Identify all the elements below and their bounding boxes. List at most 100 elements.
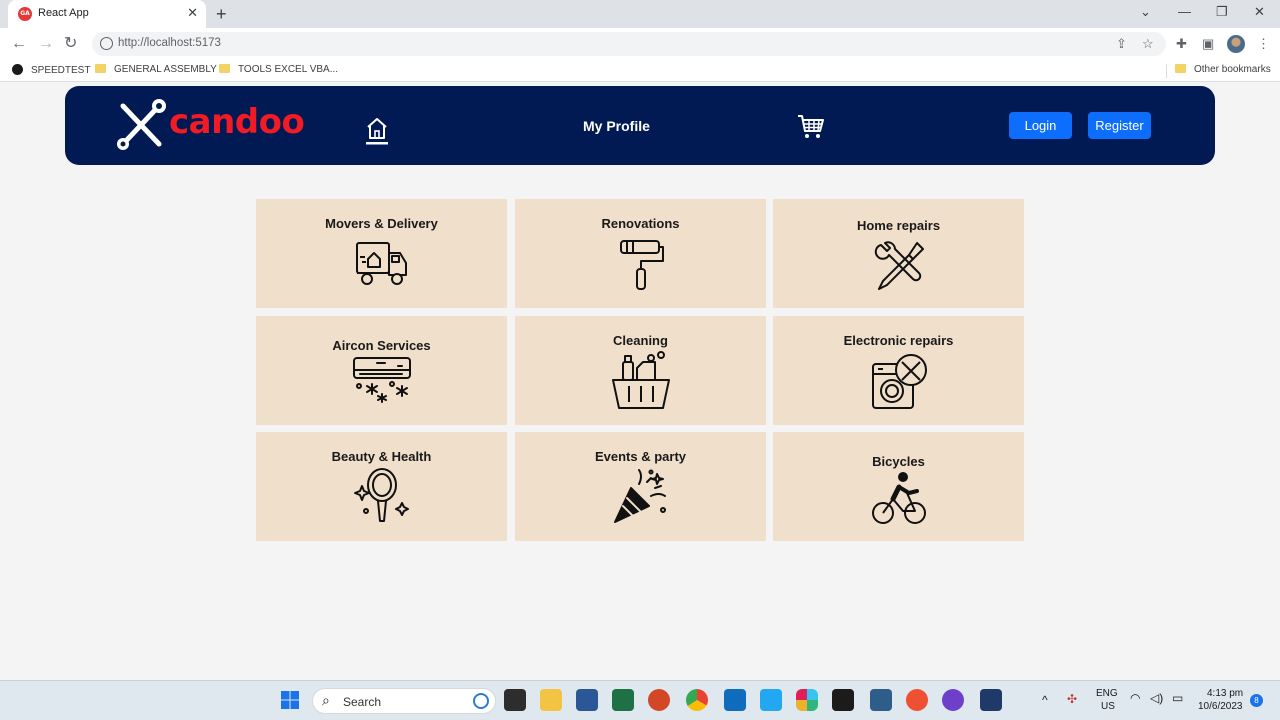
login-button[interactable]: Login (1009, 112, 1072, 139)
navbar: candoo My Profile Login Register (65, 86, 1215, 165)
language-label[interactable]: ENG (1096, 688, 1118, 699)
service-card-aircon[interactable]: Aircon Services (256, 316, 507, 425)
speedtest-icon (12, 64, 23, 75)
powerpoint-icon[interactable] (648, 689, 670, 711)
cleaning-basket-icon (611, 351, 670, 409)
notification-badge[interactable]: 8 (1250, 694, 1263, 707)
clock-date[interactable]: 10/6/2023 (1198, 701, 1243, 712)
task-view-icon[interactable] (504, 689, 526, 711)
share-icon[interactable]: ⇪ (1116, 35, 1127, 53)
register-button[interactable]: Register (1088, 112, 1151, 139)
service-title: Home repairs (856, 218, 941, 233)
menu-icon[interactable]: ⋮ (1257, 35, 1270, 53)
service-card-events[interactable]: Events & party (515, 432, 766, 541)
bookmarks-bar: SPEEDTEST GENERAL ASSEMBLY TOOLS EXCEL V… (0, 60, 1280, 82)
service-card-movers[interactable]: Movers & Delivery (256, 199, 507, 308)
bookmark-other[interactable]: Other bookmarks (1175, 64, 1271, 75)
tab-close-icon[interactable]: ✕ (187, 5, 198, 21)
back-icon[interactable]: ← (11, 34, 27, 54)
washing-machine-repair-icon (871, 354, 927, 409)
home-icon[interactable] (365, 115, 389, 145)
service-title: Beauty & Health (331, 449, 432, 464)
profile-avatar[interactable] (1227, 35, 1245, 53)
service-card-cleaning[interactable]: Cleaning (515, 316, 766, 425)
logo-tools-icon[interactable] (115, 98, 167, 152)
truck-icon (355, 242, 407, 285)
services-grid: Movers & Delivery Renovations Home repai… (256, 198, 1024, 541)
clock-time[interactable]: 4:13 pm (1207, 688, 1243, 699)
bookmark-divider (1166, 64, 1167, 78)
air-conditioner-icon (352, 357, 411, 403)
outlook-icon[interactable] (724, 689, 746, 711)
service-card-renovations[interactable]: Renovations (515, 199, 766, 308)
excel-icon[interactable] (612, 689, 634, 711)
address-bar[interactable]: http://localhost:5173 (92, 32, 1166, 56)
taskbar-search[interactable]: ⌕ Search (312, 688, 496, 714)
service-card-bicycles[interactable]: Bicycles (773, 432, 1024, 541)
new-tab-icon[interactable]: + (216, 4, 227, 24)
side-panel-icon[interactable]: ▣ (1202, 35, 1214, 53)
site-info-icon[interactable] (100, 37, 113, 50)
tray-app-icon[interactable]: ✣ (1067, 692, 1077, 706)
tab-title: React App (38, 7, 89, 19)
my-profile-link[interactable]: My Profile (583, 118, 650, 134)
browser-tab-strip: GA React App ✕ + ⌄ — ❐ ✕ (0, 0, 1280, 28)
windows-taskbar: ⌕ Search ^ ✣ ENG US ◠ ◁) ▭ 4:13 pm 10/6/… (0, 680, 1280, 720)
file-explorer-icon[interactable] (540, 689, 562, 711)
wifi-icon[interactable]: ◠ (1130, 691, 1140, 705)
battery-icon[interactable]: ▭ (1172, 691, 1183, 705)
service-card-electronic-repairs[interactable]: Electronic repairs (773, 316, 1024, 425)
pdf-app-icon[interactable] (980, 689, 1002, 711)
tab-favicon: GA (18, 7, 32, 21)
hand-mirror-icon (353, 468, 409, 522)
word-icon[interactable] (576, 689, 598, 711)
github-desktop-icon[interactable] (942, 689, 964, 711)
folder-icon (1175, 64, 1186, 73)
search-label: Search (343, 695, 382, 709)
tray-expand-icon[interactable]: ^ (1042, 693, 1048, 707)
service-title: Bicycles (872, 454, 925, 469)
app-icon[interactable] (832, 689, 854, 711)
extensions-icon[interactable]: ✚ (1176, 35, 1187, 53)
slack-icon[interactable] (796, 689, 818, 711)
brand-logo-text[interactable]: candoo (169, 102, 305, 142)
service-title: Events & party (594, 449, 687, 464)
minimize-icon[interactable]: — (1178, 4, 1191, 20)
service-title: Electronic repairs (843, 333, 954, 348)
service-title: Renovations (601, 216, 680, 231)
mysql-workbench-icon[interactable] (870, 689, 892, 711)
cart-icon[interactable] (797, 113, 825, 141)
search-icon: ⌕ (322, 692, 330, 708)
browser-toolbar: ← → ↻ http://localhost:5173 ⇪ ☆ ✚ ▣ ⋮ (0, 28, 1280, 60)
address-url[interactable]: http://localhost:5173 (118, 37, 221, 49)
service-title: Movers & Delivery (325, 216, 438, 231)
postman-icon[interactable] (906, 689, 928, 711)
browser-tab[interactable]: GA React App ✕ (8, 0, 206, 28)
service-card-beauty[interactable]: Beauty & Health (256, 432, 507, 541)
reload-icon[interactable]: ↻ (64, 34, 77, 54)
bookmark-general-assembly[interactable]: GENERAL ASSEMBLY (95, 64, 217, 75)
party-popper-icon (613, 469, 666, 523)
chrome-icon[interactable] (686, 689, 708, 711)
service-title: Aircon Services (332, 338, 431, 353)
maximize-icon[interactable]: ❐ (1216, 4, 1228, 20)
paint-roller-icon (619, 240, 664, 290)
forward-icon[interactable]: → (38, 34, 54, 54)
folder-icon (95, 64, 106, 73)
tools-icon (874, 241, 924, 290)
cyclist-icon (871, 472, 926, 524)
bookmark-speedtest[interactable]: SPEEDTEST (12, 64, 90, 76)
volume-icon[interactable]: ◁) (1150, 691, 1163, 705)
bookmark-tools-excel[interactable]: TOOLS EXCEL VBA... (219, 64, 338, 75)
vscode-icon[interactable] (760, 689, 782, 711)
page-content: candoo My Profile Login Register Movers … (0, 83, 1280, 680)
region-label[interactable]: US (1101, 701, 1115, 712)
windows-start-icon[interactable] (280, 690, 300, 710)
close-window-icon[interactable]: ✕ (1254, 4, 1265, 20)
folder-icon (219, 64, 230, 73)
bookmark-star-icon[interactable]: ☆ (1142, 35, 1154, 53)
bing-icon[interactable] (473, 693, 489, 709)
service-title: Cleaning (613, 333, 668, 348)
service-card-home-repairs[interactable]: Home repairs (773, 199, 1024, 308)
tab-search-icon[interactable]: ⌄ (1140, 4, 1151, 20)
